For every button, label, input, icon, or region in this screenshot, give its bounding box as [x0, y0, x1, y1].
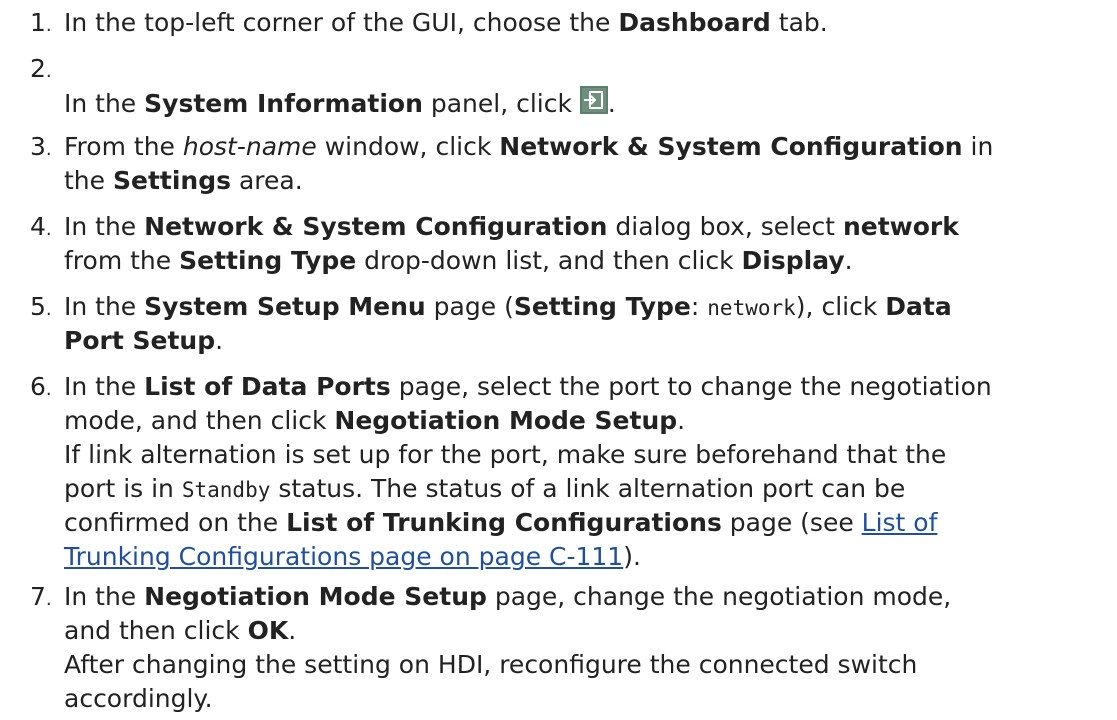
step-text: In the Negotiation Mode Setup page, chan…: [64, 580, 1114, 716]
step-number: 3.: [30, 132, 52, 161]
panel-launch-icon[interactable]: [579, 86, 608, 114]
dashboard-label: Dashboard: [618, 8, 771, 37]
step-text: In the List of Data Ports page, select t…: [64, 370, 1114, 574]
step-number: 4.: [30, 212, 52, 241]
step-text: In the top-left corner of the GUI, choos…: [64, 8, 828, 37]
step-text: In the Network & System Configuration di…: [64, 212, 959, 275]
step-text: In the System Information panel, click .: [64, 86, 1114, 120]
note-text: accordingly.: [64, 684, 213, 713]
step-text: In the System Setup Menu page (Setting T…: [64, 292, 952, 355]
step-number: 5.: [30, 292, 52, 321]
note-text: After changing the setting on HDI, recon…: [64, 650, 918, 679]
step-number: 7.: [30, 582, 52, 611]
trunking-config-link[interactable]: List of: [862, 508, 938, 537]
step-number: 6.: [30, 372, 52, 401]
step-number: 2.: [30, 54, 52, 83]
trunking-config-link-cont[interactable]: Trunking Configurations page on page C-1…: [64, 542, 623, 571]
note-text: If link alternation is set up for the po…: [64, 440, 947, 469]
step-text: From the host-name window, click Network…: [64, 132, 994, 195]
step-number: 1.: [30, 8, 52, 37]
